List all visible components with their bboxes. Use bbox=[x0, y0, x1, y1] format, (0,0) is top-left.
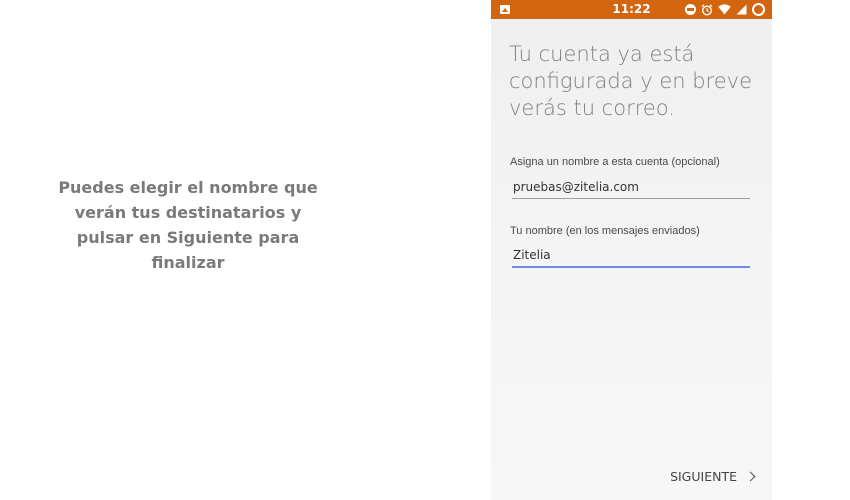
chevron-right-icon bbox=[745, 471, 756, 482]
account-name-input[interactable] bbox=[512, 175, 750, 199]
do-not-disturb-icon bbox=[685, 4, 696, 15]
battery-icon bbox=[752, 3, 765, 16]
setup-headline: Tu cuenta ya está configurada y en breve… bbox=[509, 42, 752, 120]
status-icons bbox=[685, 3, 765, 16]
your-name-label: Tu nombre (en los mensajes enviados) bbox=[510, 225, 700, 237]
phone-screen: 11:22 Tu cuenta ya está configurada y en… bbox=[491, 0, 772, 500]
next-button[interactable]: SIGUIENTE bbox=[670, 469, 758, 484]
alarm-icon bbox=[701, 3, 713, 16]
instruction-text: Puedes elegir el nombre que verán tus de… bbox=[58, 178, 318, 272]
your-name-input[interactable] bbox=[512, 244, 750, 268]
page: Puedes elegir el nombre que verán tus de… bbox=[0, 0, 850, 500]
wifi-icon bbox=[718, 4, 731, 15]
account-name-label: Asigna un nombre a esta cuenta (opcional… bbox=[510, 156, 720, 168]
next-button-label: SIGUIENTE bbox=[670, 469, 737, 484]
signal-icon bbox=[736, 4, 747, 15]
status-bar: 11:22 bbox=[491, 0, 772, 19]
